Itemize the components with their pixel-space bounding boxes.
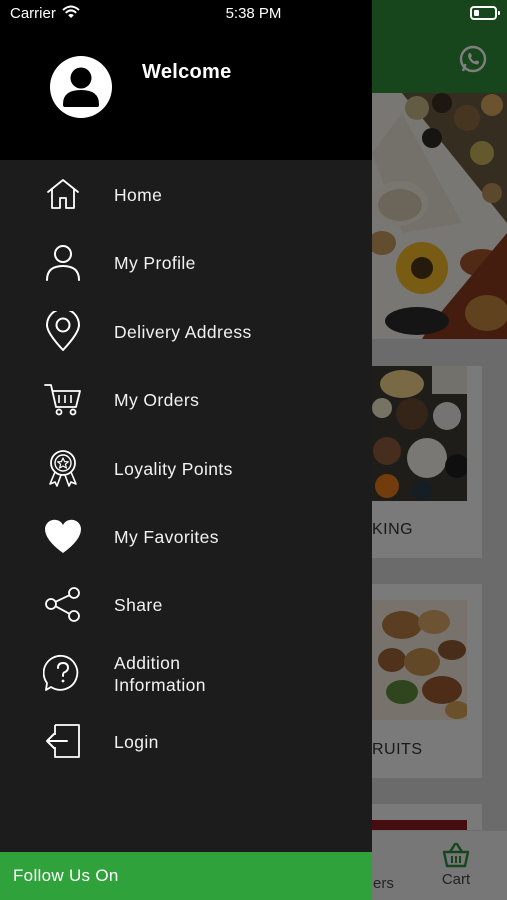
cart-icon [43,379,83,419]
home-icon [43,174,83,214]
menu-item-label: Login [114,732,159,752]
menu-item-my-favorites[interactable]: My Favorites [0,506,372,566]
menu-item-label: Home [114,185,163,205]
clock: 5:38 PM [225,5,282,22]
user-icon [43,242,83,282]
menu-item-label: Delivery Address [114,322,252,342]
follow-us-bar[interactable]: Follow Us On [0,852,372,900]
menu-item-delivery-address[interactable]: Delivery Address [0,301,372,361]
menu-item-label: Addition Information [114,653,206,695]
menu-item-label: My Profile [114,253,196,273]
menu-item-label: Loyality Points [114,459,233,479]
share-icon [43,584,83,624]
status-bar: Carrier 5:38 PM [0,0,507,28]
heart-icon [43,516,83,556]
follow-us-label: Follow Us On [13,866,119,885]
location-pin-icon [43,308,83,351]
battery-icon [470,6,500,20]
menu-item-addition-information[interactable]: Addition Information [0,643,372,703]
avatar-icon[interactable] [50,56,112,118]
menu-item-my-profile[interactable]: My Profile [0,232,372,292]
menu-item-share[interactable]: Share [0,574,372,634]
menu-item-home[interactable]: Home [0,164,372,224]
question-bubble-icon [42,653,83,693]
menu-item-loyality-points[interactable]: Loyality Points [0,438,372,498]
award-badge-icon [43,448,83,488]
welcome-text: Welcome [142,61,232,83]
menu-item-label: My Orders [114,390,200,410]
login-icon [43,721,83,761]
menu-item-login[interactable]: Login [0,711,372,771]
menu-item-my-orders[interactable]: My Orders [0,369,372,429]
menu-item-label: My Favorites [114,527,219,547]
menu-item-label: Share [114,595,163,615]
navigation-drawer: Welcome Home My Profile Delivery Address [0,0,372,900]
